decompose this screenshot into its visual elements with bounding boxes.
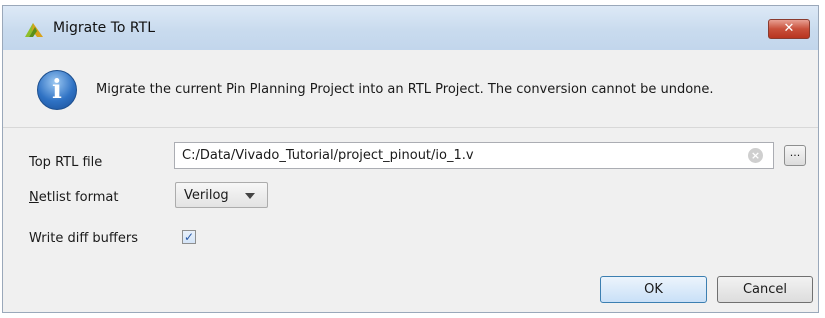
- netlist-mnemonic: N: [29, 190, 39, 205]
- title-bar[interactable]: Migrate To RTL ✕: [3, 6, 818, 50]
- netlist-format-value: Verilog: [184, 188, 229, 203]
- top-rtl-file-value: C:/Data/Vivado_Tutorial/project_pinout/i…: [182, 148, 474, 163]
- netlist-format-select[interactable]: Verilog: [175, 182, 268, 208]
- window-title: Migrate To RTL: [53, 20, 155, 36]
- info-icon: i: [37, 70, 77, 110]
- chevron-down-icon: [245, 193, 255, 199]
- info-panel: i Migrate the current Pin Planning Proje…: [3, 50, 818, 128]
- ok-button[interactable]: OK: [600, 276, 707, 303]
- info-message: Migrate the current Pin Planning Project…: [96, 82, 714, 97]
- diff-buffers-label: Write diff buffers: [29, 231, 138, 246]
- top-rtl-label: Top RTL file: [29, 155, 103, 170]
- diff-buffers-checkbox[interactable]: ✓: [182, 230, 196, 244]
- top-rtl-file-input[interactable]: C:/Data/Vivado_Tutorial/project_pinout/i…: [174, 142, 774, 169]
- netlist-format-label: Netlist format: [29, 190, 118, 205]
- clear-icon[interactable]: ×: [748, 148, 763, 163]
- close-button[interactable]: ✕: [768, 19, 810, 39]
- netlist-label-rest: etlist format: [38, 190, 119, 205]
- cancel-button[interactable]: Cancel: [717, 276, 813, 303]
- browse-button[interactable]: ...: [784, 145, 806, 166]
- migrate-dialog: Migrate To RTL ✕ i Migrate the current P…: [2, 5, 819, 313]
- vivado-logo-icon: [25, 23, 43, 37]
